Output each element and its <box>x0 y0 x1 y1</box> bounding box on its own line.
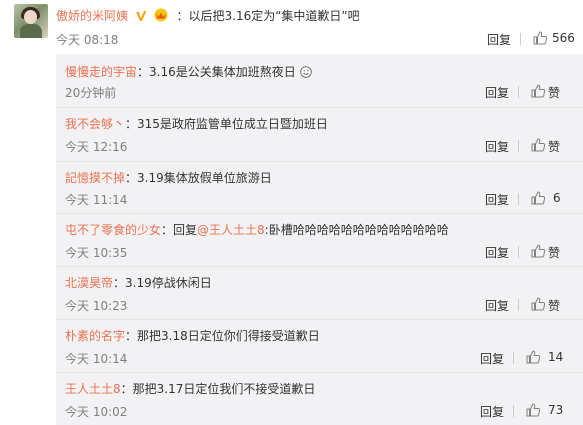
main-comment: 傲娇的米阿姨 ：以后把3.16定为“集中道歉日”吧 今天 08:18 回复 56… <box>0 0 583 50</box>
main-username[interactable]: 傲娇的米阿姨 <box>56 9 128 23</box>
thumbs-up-icon[interactable] <box>530 190 546 206</box>
sub-comment-line: 朴素的名字：那把3.18日定位你们得接受道歉日 <box>65 328 320 344</box>
thumbs-up-icon[interactable] <box>525 402 541 418</box>
divider <box>56 319 583 320</box>
sub-comment-line: 王人土土8：那把3.17日定位我们不接受道歉日 <box>65 381 315 397</box>
thumbs-up-icon[interactable] <box>530 296 546 312</box>
sub-comments-panel: 慢慢走的宇宙：3.16是公关集体加班熬夜日 20分钟前 回复 赞 我不会够丶：3… <box>56 54 583 425</box>
sub-username[interactable]: 記憶摸不掉 <box>65 171 125 185</box>
sub-comment-line: 屯不了零食的少女：回复@王人土土8:卧槽哈哈哈哈哈哈哈哈哈哈哈哈哈 <box>65 222 449 238</box>
reply-button[interactable]: 回复 <box>485 138 509 155</box>
sub-comment-text: ：3.19集体放假单位旅游日 <box>125 171 272 185</box>
sub-comment-time: 今天 10:35 <box>65 246 128 260</box>
main-reply-button[interactable]: 回复 <box>487 31 511 48</box>
main-comment-line: 傲娇的米阿姨 ：以后把3.16定为“集中道歉日”吧 <box>56 8 360 24</box>
like-count: 14 <box>548 350 564 364</box>
sub-comment-time: 今天 10:23 <box>65 299 128 313</box>
sub-username[interactable]: 我不会够丶 <box>65 117 125 131</box>
sub-comment-text: ：315是政府监管单位成立日暨加班日 <box>125 117 328 131</box>
reply-button[interactable]: 回复 <box>485 191 509 208</box>
sub-comment-text: :卧槽哈哈哈哈哈哈哈哈哈哈哈哈哈 <box>264 223 449 237</box>
sub-comment-line: 我不会够丶：315是政府监管单位成立日暨加班日 <box>65 116 328 132</box>
divider <box>56 213 583 214</box>
thumbs-up-icon[interactable] <box>532 30 548 46</box>
thumbs-up-icon[interactable] <box>530 83 546 99</box>
like-count: 6 <box>553 191 561 205</box>
verified-v-icon <box>135 11 147 21</box>
reply-button[interactable]: 回复 <box>485 297 509 314</box>
main-comment-time: 今天 08:18 <box>56 33 119 47</box>
sub-comment-text: ：3.16是公关集体加班熬夜日 <box>137 65 296 79</box>
sub-comment-time: 今天 11:14 <box>65 193 128 207</box>
sub-username[interactable]: 北漠昊帝 <box>65 276 113 290</box>
sub-comment-line: 北漠昊帝：3.19停战休闲日 <box>65 275 212 291</box>
separator <box>518 246 519 258</box>
separator <box>513 352 514 364</box>
sub-comment-text: ：那把3.18日定位你们得接受道歉日 <box>125 329 320 343</box>
avatar-face <box>24 10 37 24</box>
like-label[interactable]: 赞 <box>548 84 560 101</box>
sub-comment-time: 20分钟前 <box>65 86 117 100</box>
sub-comment-time: 今天 12:16 <box>65 140 128 154</box>
main-like-count: 566 <box>552 31 575 45</box>
sub-comment-line: 記憶摸不掉：3.19集体放假单位旅游日 <box>65 170 272 186</box>
sub-comment-time: 今天 10:02 <box>65 405 128 419</box>
sub-username[interactable]: 朴素的名字 <box>65 329 125 343</box>
sub-username[interactable]: 屯不了零食的少女 <box>65 223 161 237</box>
separator <box>518 86 519 98</box>
reply-button[interactable]: 回复 <box>480 350 504 367</box>
separator <box>518 140 519 152</box>
thumbs-up-icon[interactable] <box>530 137 546 153</box>
thumbs-up-icon[interactable] <box>525 349 541 365</box>
sub-comment-line: 慢慢走的宇宙：3.16是公关集体加班熬夜日 <box>65 64 312 80</box>
reply-button[interactable]: 回复 <box>480 403 504 420</box>
sub-comment-text: ：3.19停战休闲日 <box>113 276 212 290</box>
avatar[interactable] <box>14 4 48 38</box>
smile-emoji-icon <box>299 66 312 78</box>
reply-button[interactable]: 回复 <box>485 84 509 101</box>
divider <box>56 161 583 162</box>
separator <box>520 33 521 45</box>
sub-comment-prefix: ：回复 <box>161 223 198 237</box>
sub-username[interactable]: 慢慢走的宇宙 <box>65 65 137 79</box>
avatar-body <box>20 24 42 38</box>
divider <box>56 372 583 373</box>
reply-button[interactable]: 回复 <box>485 244 509 261</box>
like-label[interactable]: 赞 <box>548 244 560 261</box>
sub-username[interactable]: 王人土土8 <box>65 382 121 396</box>
divider <box>56 266 583 267</box>
sub-comment-time: 今天 10:14 <box>65 352 128 366</box>
separator <box>518 299 519 311</box>
like-label[interactable]: 赞 <box>548 138 560 155</box>
separator <box>513 405 514 417</box>
thumbs-up-icon[interactable] <box>530 243 546 259</box>
sub-comment-text: ：那把3.17日定位我们不接受道歉日 <box>120 382 316 396</box>
divider <box>56 107 583 108</box>
vip-crown-icon <box>154 8 168 22</box>
like-label[interactable]: 赞 <box>548 297 560 314</box>
separator <box>518 193 519 205</box>
like-count: 73 <box>548 403 564 417</box>
main-comment-text: ：以后把3.16定为“集中道歉日”吧 <box>176 9 360 23</box>
mention-link[interactable]: @王人土土8 <box>197 223 265 237</box>
